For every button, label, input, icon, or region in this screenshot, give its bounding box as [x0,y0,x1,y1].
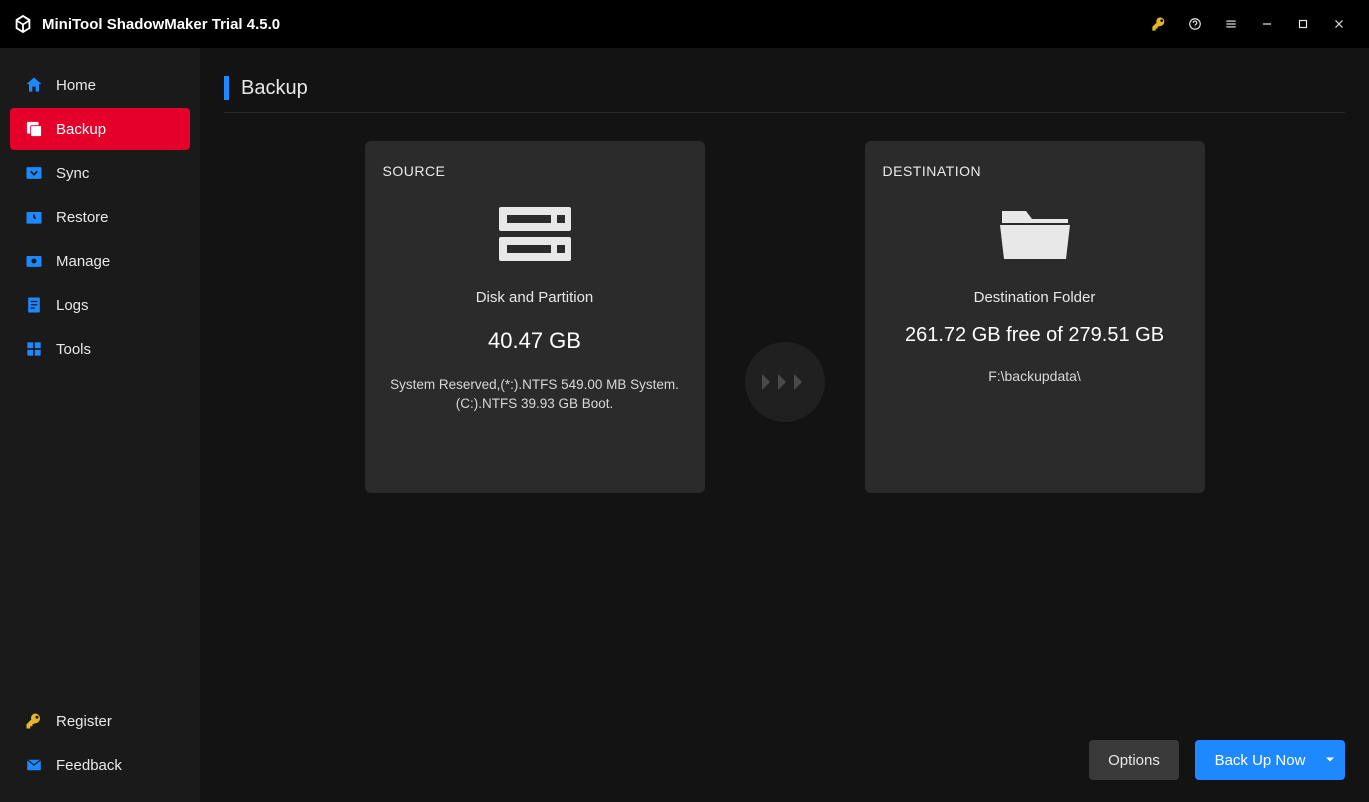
destination-path: F:\backupdata\ [883,367,1187,387]
footer-buttons: Options Back Up Now [1089,740,1345,780]
key-icon [24,711,44,731]
sidebar-item-label: Backup [56,121,106,138]
minimize-button[interactable] [1249,0,1285,48]
titlebar-menu-button[interactable] [1213,0,1249,48]
titlebar-key-button[interactable] [1141,0,1177,48]
page-title: Backup [241,77,308,100]
close-button[interactable] [1321,0,1357,48]
main-panel: Backup SOURCE Disk and Partition [200,48,1369,802]
sidebar-item-manage[interactable]: Manage [10,240,190,282]
sidebar-item-label: Home [56,77,96,94]
folder-icon [883,199,1187,269]
manage-icon [24,251,44,271]
backup-now-label: Back Up Now [1215,752,1306,769]
backup-now-button[interactable]: Back Up Now [1195,740,1345,780]
backup-icon [24,119,44,139]
sidebar: Home Backup Sync Restore Manage Logs [0,48,200,802]
page-header: Backup [224,76,1345,113]
source-size: 40.47 GB [383,328,687,354]
sidebar-register-label: Register [56,713,112,730]
destination-type: Destination Folder [883,289,1187,306]
sidebar-item-home[interactable]: Home [10,64,190,106]
restore-icon [24,207,44,227]
sidebar-feedback[interactable]: Feedback [10,744,190,786]
header-accent-bar [224,76,229,100]
sidebar-item-backup[interactable]: Backup [10,108,190,150]
source-type: Disk and Partition [383,289,687,306]
destination-space: 261.72 GB free of 279.51 GB [883,324,1187,347]
sidebar-register[interactable]: Register [10,700,190,742]
title-bar: MiniTool ShadowMaker Trial 4.5.0 [0,0,1369,48]
options-label: Options [1108,752,1160,769]
sidebar-item-label: Restore [56,209,109,226]
home-icon [24,75,44,95]
caret-down-icon [1325,752,1335,769]
logs-icon [24,295,44,315]
app-title: MiniTool ShadowMaker Trial 4.5.0 [42,16,280,33]
source-card[interactable]: SOURCE Disk and Partition 40.47 GB Syste… [365,141,705,493]
sidebar-item-tools[interactable]: Tools [10,328,190,370]
destination-heading: DESTINATION [883,163,1187,179]
sync-icon [24,163,44,183]
sidebar-item-label: Sync [56,165,89,182]
options-button[interactable]: Options [1089,740,1179,780]
app-logo-icon [12,13,34,35]
sidebar-feedback-label: Feedback [56,757,122,774]
sidebar-item-sync[interactable]: Sync [10,152,190,194]
disk-icon [383,199,687,269]
sidebar-item-restore[interactable]: Restore [10,196,190,238]
tools-icon [24,339,44,359]
source-heading: SOURCE [383,163,687,179]
sidebar-item-label: Logs [56,297,89,314]
mail-icon [24,755,44,775]
titlebar-help-button[interactable] [1177,0,1213,48]
source-detail: System Reserved,(*:).NTFS 549.00 MB Syst… [383,376,687,414]
backup-cards-row: SOURCE Disk and Partition 40.47 GB Syste… [218,141,1351,493]
arrow-icon [745,342,825,422]
sidebar-item-label: Manage [56,253,110,270]
maximize-button[interactable] [1285,0,1321,48]
sidebar-item-logs[interactable]: Logs [10,284,190,326]
sidebar-item-label: Tools [56,341,91,358]
destination-card[interactable]: DESTINATION Destination Folder 261.72 GB… [865,141,1205,493]
